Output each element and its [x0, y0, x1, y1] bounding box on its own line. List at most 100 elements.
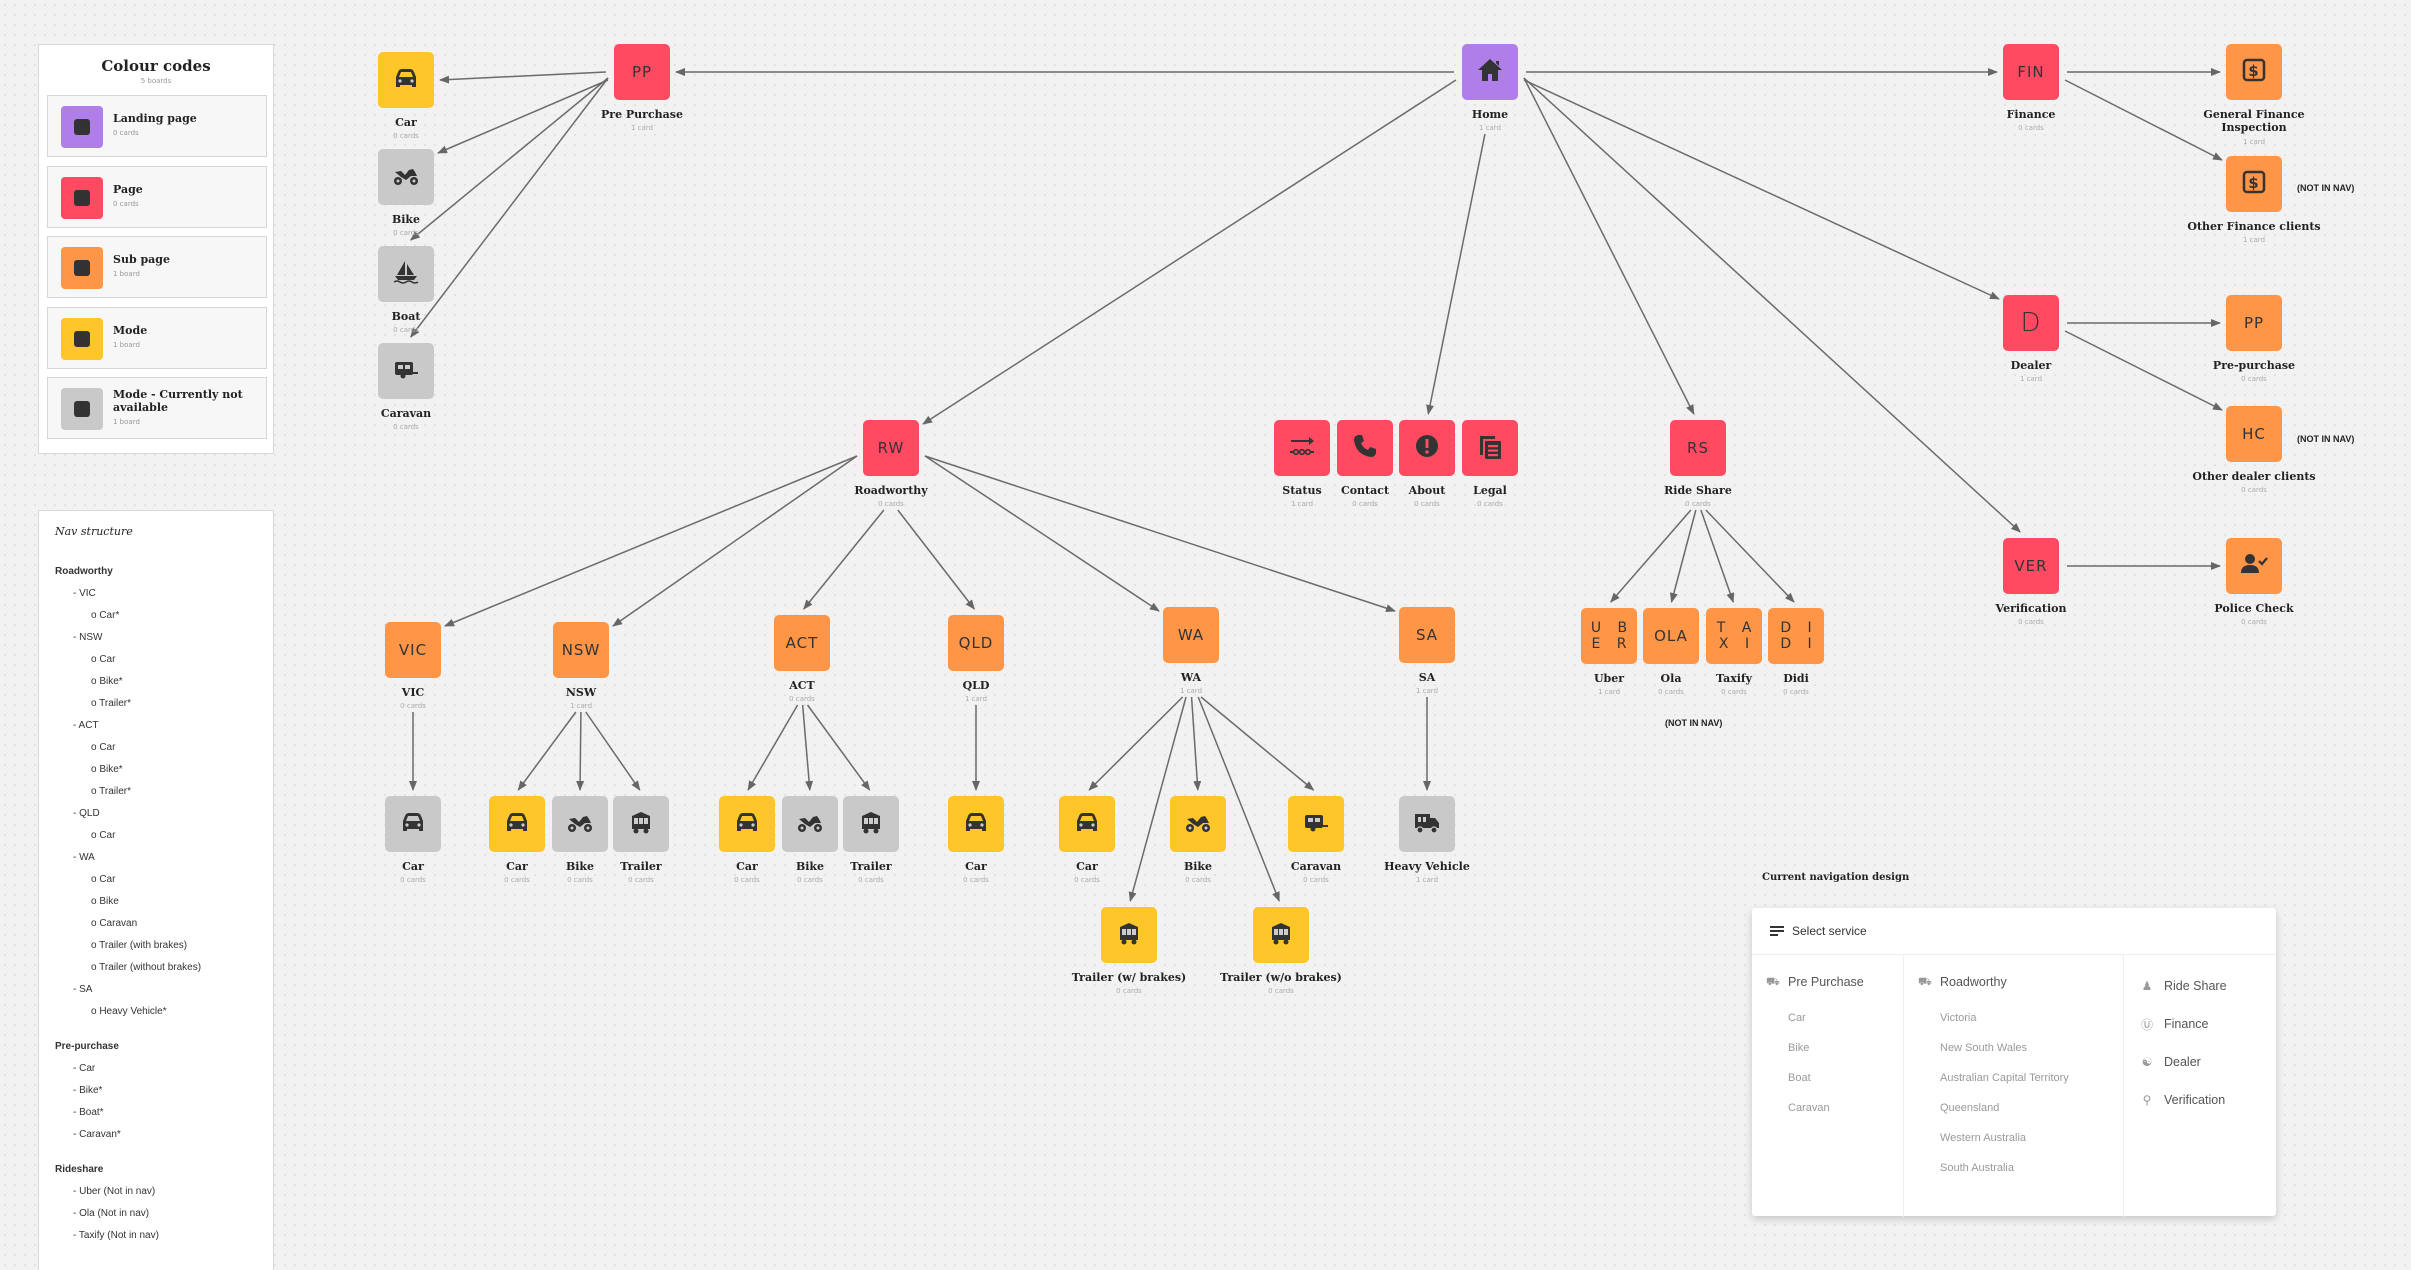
node-card[interactable] — [378, 246, 434, 302]
node-ver[interactable]: VER Verification 0 cards — [1996, 538, 2066, 626]
nav-link[interactable]: Boat — [1752, 1063, 1903, 1093]
node-legal[interactable]: Legal 0 cards — [1462, 420, 1518, 508]
node-card[interactable] — [1462, 420, 1518, 476]
node-card[interactable]: VER — [2003, 538, 2059, 594]
node-card[interactable] — [613, 796, 669, 852]
node-fin[interactable]: FIN Finance 0 cards — [2003, 44, 2059, 132]
node-card[interactable]: VIC — [385, 622, 441, 678]
node-act[interactable]: ACT ACT 0 cards — [774, 615, 830, 703]
node-card[interactable] — [1059, 796, 1115, 852]
node-vic-car[interactable]: Car 0 cards — [385, 796, 441, 884]
nav-service-verification[interactable]: ⚲ Verification — [2124, 1081, 2274, 1119]
node-card[interactable]: D I D I — [1768, 608, 1824, 664]
node-card[interactable] — [378, 343, 434, 399]
node-card[interactable]: QLD — [948, 615, 1004, 671]
nav-service-finance[interactable]: Ⓤ Finance — [2124, 1005, 2274, 1043]
node-card[interactable]: $ — [2226, 44, 2282, 100]
node-card[interactable] — [1337, 420, 1393, 476]
node-card[interactable]: FIN — [2003, 44, 2059, 100]
node-vic[interactable]: VIC VIC 0 cards — [385, 622, 441, 710]
node-fin-gen[interactable]: $ General Finance Inspection 1 card — [2203, 44, 2305, 146]
select-service-button[interactable]: Select service — [1752, 908, 2276, 955]
node-taxify[interactable]: T A X I Taxify 0 cards — [1706, 608, 1762, 696]
nav-link[interactable]: Bike — [1752, 1033, 1903, 1063]
node-card[interactable] — [489, 796, 545, 852]
node-act-car[interactable]: Car 0 cards — [719, 796, 775, 884]
node-card[interactable] — [1253, 907, 1309, 963]
node-rs[interactable]: RS Ride Share 0 cards — [1664, 420, 1732, 508]
node-card[interactable]: PP — [2226, 295, 2282, 351]
node-card[interactable] — [2226, 538, 2282, 594]
node-card[interactable]: D — [2003, 295, 2059, 351]
node-uber[interactable]: U B E R Uber 1 card — [1581, 608, 1637, 696]
node-dealer-pp[interactable]: PP Pre-purchase 0 cards — [2213, 295, 2295, 383]
nav-heading-pre-purchase[interactable]: ⛟ Pre Purchase — [1752, 973, 1903, 991]
node-card[interactable] — [948, 796, 1004, 852]
node-card[interactable]: U B E R — [1581, 608, 1637, 664]
node-status[interactable]: Status 1 card — [1274, 420, 1330, 508]
node-card[interactable] — [843, 796, 899, 852]
node-qld[interactable]: QLD QLD 1 card — [948, 615, 1004, 703]
nav-link[interactable]: Victoria — [1904, 1003, 2123, 1033]
node-dealer[interactable]: D Dealer 1 card — [2003, 295, 2059, 383]
node-card[interactable]: RW — [863, 420, 919, 476]
node-contact[interactable]: Contact 0 cards — [1337, 420, 1393, 508]
node-sa-hv[interactable]: Heavy Vehicle 1 card — [1384, 796, 1470, 884]
node-card[interactable] — [1101, 907, 1157, 963]
node-card[interactable]: PP — [614, 44, 670, 100]
node-qld-car[interactable]: Car 0 cards — [948, 796, 1004, 884]
nav-heading-roadworthy[interactable]: ⛟ Roadworthy — [1904, 973, 2123, 991]
nav-link[interactable]: Australian Capital Territory — [1904, 1063, 2123, 1093]
nav-service-dealer[interactable]: ☯ Dealer — [2124, 1043, 2274, 1081]
nav-link[interactable]: Queensland — [1904, 1093, 2123, 1123]
node-nsw-car[interactable]: Car 0 cards — [489, 796, 545, 884]
node-card[interactable]: $ — [2226, 156, 2282, 212]
nav-link[interactable]: Car — [1752, 1003, 1903, 1033]
node-wa-caravan[interactable]: Caravan 0 cards — [1288, 796, 1344, 884]
node-rw[interactable]: RW Roadworthy 0 cards — [854, 420, 928, 508]
node-wa-trailer-wb[interactable]: Trailer (w/ brakes) 0 cards — [1072, 907, 1186, 995]
node-nsw[interactable]: NSW NSW 1 card — [553, 622, 609, 710]
node-nsw-bike[interactable]: Bike 0 cards — [552, 796, 608, 884]
node-fin-other[interactable]: $ Other Finance clients 1 card — [2187, 156, 2321, 244]
node-act-trailer[interactable]: Trailer 0 cards — [843, 796, 899, 884]
node-nsw-trailer[interactable]: Trailer 0 cards — [613, 796, 669, 884]
node-act-bike[interactable]: Bike 0 cards — [782, 796, 838, 884]
node-wa-trailer-wob[interactable]: Trailer (w/o brakes) 0 cards — [1220, 907, 1342, 995]
nav-link[interactable]: New South Wales — [1904, 1033, 2123, 1063]
node-dealer-hc[interactable]: HC Other dealer clients 0 cards — [2192, 406, 2316, 494]
node-wa-car[interactable]: Car 0 cards — [1059, 796, 1115, 884]
node-ola[interactable]: OLA Ola 0 cards — [1643, 608, 1699, 696]
node-card[interactable] — [552, 796, 608, 852]
node-about[interactable]: About 0 cards — [1399, 420, 1455, 508]
node-card[interactable]: SA — [1399, 607, 1455, 663]
nav-link[interactable]: Western Australia — [1904, 1123, 2123, 1153]
node-card[interactable] — [378, 149, 434, 205]
node-card[interactable] — [1288, 796, 1344, 852]
node-pp[interactable]: PP Pre Purchase 1 card — [601, 44, 683, 132]
nav-link[interactable]: Caravan — [1752, 1093, 1903, 1123]
node-card[interactable] — [378, 52, 434, 108]
node-home[interactable]: Home 1 card — [1462, 44, 1518, 132]
node-card[interactable]: NSW — [553, 622, 609, 678]
nav-service-ride-share[interactable]: ♟ Ride Share — [2124, 967, 2274, 1005]
node-police[interactable]: Police Check 0 cards — [2214, 538, 2294, 626]
node-wa[interactable]: WA WA 1 card — [1163, 607, 1219, 695]
node-card[interactable] — [1462, 44, 1518, 100]
node-pp-boat[interactable]: Boat 0 cards — [378, 246, 434, 334]
node-card[interactable] — [782, 796, 838, 852]
node-pp-car[interactable]: Car 0 cards — [378, 52, 434, 140]
node-pp-bike[interactable]: Bike 0 cards — [378, 149, 434, 237]
node-card[interactable] — [719, 796, 775, 852]
node-card[interactable] — [385, 796, 441, 852]
node-card[interactable]: WA — [1163, 607, 1219, 663]
nav-link[interactable]: South Australia — [1904, 1153, 2123, 1183]
node-card[interactable]: RS — [1670, 420, 1726, 476]
node-card[interactable] — [1399, 420, 1455, 476]
node-card[interactable]: OLA — [1643, 608, 1699, 664]
node-card[interactable] — [1170, 796, 1226, 852]
node-pp-caravan[interactable]: Caravan 0 cards — [378, 343, 434, 431]
node-card[interactable]: T A X I — [1706, 608, 1762, 664]
node-card[interactable]: ACT — [774, 615, 830, 671]
node-card[interactable] — [1399, 796, 1455, 852]
